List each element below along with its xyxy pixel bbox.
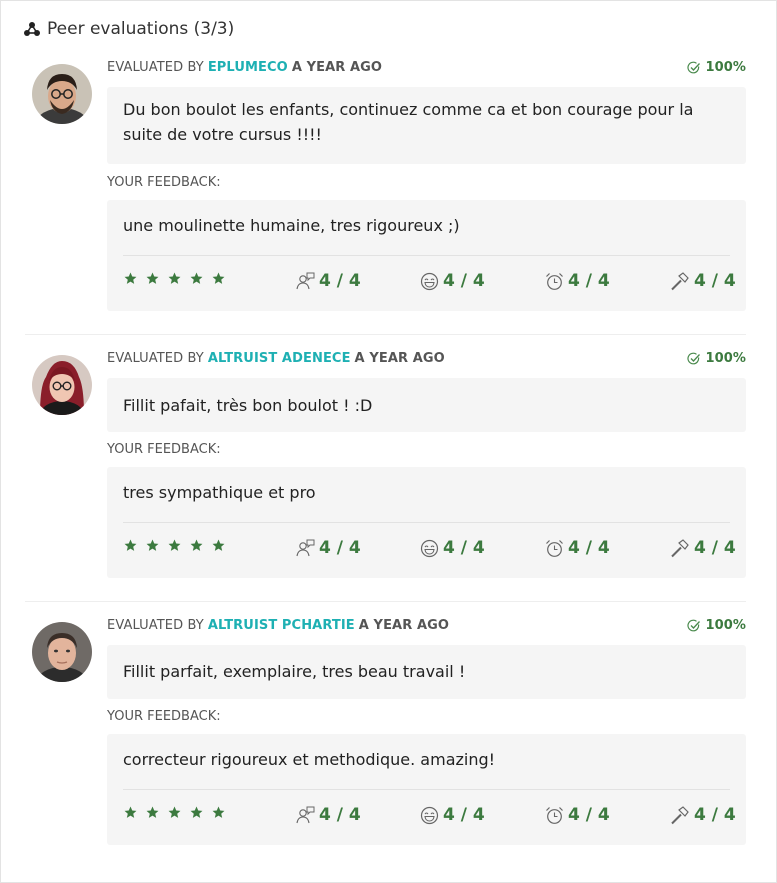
nice-value: 4 / 4 xyxy=(443,538,485,558)
avatar[interactable] xyxy=(32,355,92,415)
evaluated-by-label: EVALUATED BY xyxy=(107,351,204,366)
score-value: 100% xyxy=(705,60,746,75)
evaluation-score: 100% xyxy=(687,60,746,75)
hammer-icon xyxy=(671,805,689,824)
interest-value: 4 / 4 xyxy=(319,271,361,291)
star-icon xyxy=(212,539,225,551)
person-speech-icon xyxy=(296,539,315,557)
evaluation-card: EVALUATED BY ALTRUIST PCHARTIE A YEAR AG… xyxy=(1,559,776,845)
avatar[interactable] xyxy=(32,64,92,124)
star-rating xyxy=(124,806,225,819)
evaluation-meta: EVALUATED BY EPLUMECO A YEAR AGO 100% xyxy=(107,60,746,75)
star-icon xyxy=(168,539,181,551)
nice-rating: 4 / 4 xyxy=(420,805,485,825)
evaluation-score: 100% xyxy=(687,351,746,366)
star-icon xyxy=(212,806,225,818)
divider xyxy=(123,522,730,523)
evaluator-comment: Du bon boulot les enfants, continuez com… xyxy=(107,87,746,164)
check-circle-icon xyxy=(687,352,701,364)
alarm-clock-icon xyxy=(546,272,563,290)
feedback-card: correcteur rigoureux et methodique. amaz… xyxy=(107,734,746,845)
nice-rating: 4 / 4 xyxy=(420,538,485,558)
avatar[interactable] xyxy=(32,622,92,682)
smiley-icon xyxy=(420,539,439,557)
evaluator-comment: Fillit pafait, très bon boulot ! :D xyxy=(107,378,746,432)
person-speech-icon xyxy=(296,272,315,290)
punctuality-value: 4 / 4 xyxy=(568,271,610,291)
smiley-icon xyxy=(420,806,439,824)
your-feedback-label: YOUR FEEDBACK: xyxy=(107,175,221,190)
nice-value: 4 / 4 xyxy=(443,271,485,291)
person-speech-icon xyxy=(296,806,315,824)
evaluation-meta: EVALUATED BY ALTRUIST PCHARTIE A YEAR AG… xyxy=(107,618,746,633)
star-icon xyxy=(146,539,159,551)
evaluated-by-label: EVALUATED BY xyxy=(107,618,204,633)
check-circle-icon xyxy=(687,61,701,73)
nice-rating: 4 / 4 xyxy=(420,271,485,291)
star-icon xyxy=(168,806,181,818)
evaluator-comment: Fillit parfait, exemplaire, tres beau tr… xyxy=(107,645,746,699)
star-icon xyxy=(190,539,203,551)
rigor-value: 4 / 4 xyxy=(694,805,736,825)
divider xyxy=(123,255,730,256)
star-icon xyxy=(212,272,225,284)
punctuality-rating: 4 / 4 xyxy=(545,271,610,291)
evaluation-card: EVALUATED BY EPLUMECO A YEAR AGO 100% Du… xyxy=(1,1,776,311)
evaluation-time: A YEAR AGO xyxy=(291,60,383,75)
score-value: 100% xyxy=(705,351,746,366)
star-rating xyxy=(124,272,225,285)
evaluation-card: EVALUATED BY ALTRUIST ADENECE A YEAR AGO… xyxy=(1,292,776,578)
feedback-text: une moulinette humaine, tres rigoureux ;… xyxy=(123,216,460,235)
rigor-rating: 4 / 4 xyxy=(670,538,736,558)
star-icon xyxy=(190,272,203,284)
evaluator-login-link[interactable]: ALTRUIST ADENECE xyxy=(208,351,351,366)
punctuality-rating: 4 / 4 xyxy=(545,805,610,825)
evaluation-time: A YEAR AGO xyxy=(358,618,450,633)
star-icon xyxy=(146,806,159,818)
star-icon xyxy=(168,272,181,284)
star-icon xyxy=(124,806,137,818)
score-value: 100% xyxy=(705,618,746,633)
evaluated-by-label: EVALUATED BY xyxy=(107,60,204,75)
hammer-icon xyxy=(671,271,689,290)
interest-rating: 4 / 4 xyxy=(295,271,361,291)
peer-evaluations-panel: Peer evaluations (3/3) EVALUATED BY EPLU… xyxy=(0,0,777,883)
alarm-clock-icon xyxy=(546,806,563,824)
nice-value: 4 / 4 xyxy=(443,805,485,825)
punctuality-value: 4 / 4 xyxy=(568,805,610,825)
rigor-rating: 4 / 4 xyxy=(670,805,736,825)
punctuality-rating: 4 / 4 xyxy=(545,538,610,558)
feedback-text: tres sympathique et pro xyxy=(123,483,316,502)
rigor-value: 4 / 4 xyxy=(694,271,736,291)
evaluation-score: 100% xyxy=(687,618,746,633)
interest-rating: 4 / 4 xyxy=(295,538,361,558)
interest-value: 4 / 4 xyxy=(319,538,361,558)
rigor-rating: 4 / 4 xyxy=(670,271,736,291)
evaluator-login-link[interactable]: EPLUMECO xyxy=(208,60,288,75)
star-icon xyxy=(124,539,137,551)
evaluator-login-link[interactable]: ALTRUIST PCHARTIE xyxy=(208,618,355,633)
check-circle-icon xyxy=(687,619,701,631)
star-icon xyxy=(124,272,137,284)
divider xyxy=(123,789,730,790)
punctuality-value: 4 / 4 xyxy=(568,538,610,558)
your-feedback-label: YOUR FEEDBACK: xyxy=(107,442,221,457)
evaluation-time: A YEAR AGO xyxy=(354,351,445,366)
star-icon xyxy=(190,806,203,818)
evaluation-meta: EVALUATED BY ALTRUIST ADENECE A YEAR AGO… xyxy=(107,351,746,366)
smiley-icon xyxy=(420,272,439,290)
alarm-clock-icon xyxy=(546,539,563,557)
hammer-icon xyxy=(671,538,689,557)
feedback-text: correcteur rigoureux et methodique. amaz… xyxy=(123,750,496,769)
interest-value: 4 / 4 xyxy=(319,805,361,825)
star-rating xyxy=(124,539,225,552)
rigor-value: 4 / 4 xyxy=(694,538,736,558)
your-feedback-label: YOUR FEEDBACK: xyxy=(107,709,221,724)
interest-rating: 4 / 4 xyxy=(295,805,361,825)
star-icon xyxy=(146,272,159,284)
